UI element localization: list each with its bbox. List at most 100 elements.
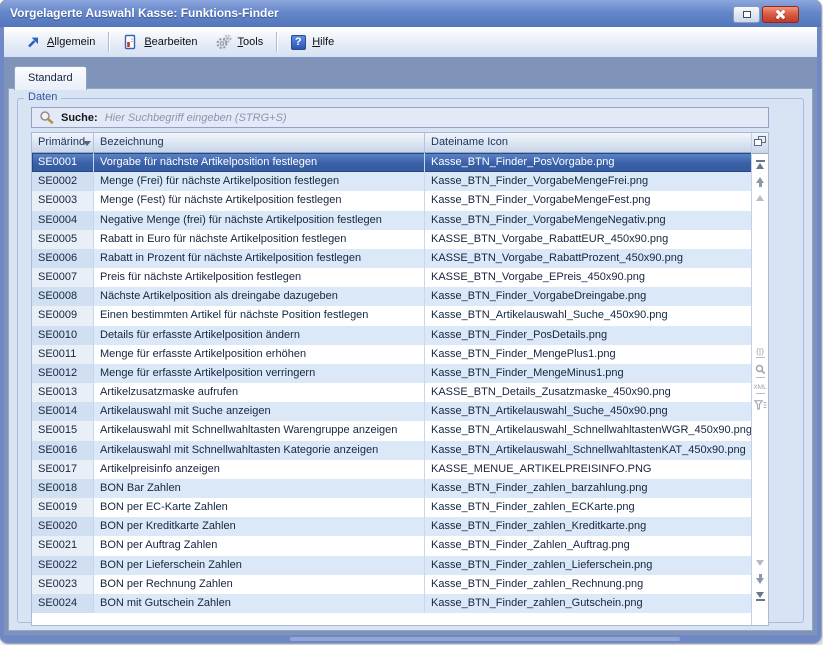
cell-primary-index: SE0013	[32, 383, 94, 402]
table-row[interactable]: SE0011Menge für erfasste Artikelposition…	[32, 345, 752, 364]
table-row[interactable]: SE0010Details für erfasste Artikelpositi…	[32, 326, 752, 345]
toolbar-button-label: Tools	[238, 36, 264, 48]
cell-description: BON mit Gutschein Zahlen	[94, 594, 425, 613]
table-row[interactable]: SE0012Menge für erfasste Artikelposition…	[32, 364, 752, 383]
table-row[interactable]: SE0007Preis für nächste Artikelposition …	[32, 268, 752, 287]
table-row[interactable]: SE0017Artikelpreisinfo anzeigenKASSE_MEN…	[32, 460, 752, 479]
cell-primary-index: SE0006	[32, 249, 94, 268]
go-last-icon[interactable]	[756, 592, 765, 601]
table-row[interactable]: SE0009Einen bestimmten Artikel für nächs…	[32, 306, 752, 325]
cell-description: Negative Menge (frei) für nächste Artike…	[94, 211, 425, 230]
navigator-bottom	[752, 560, 768, 601]
table-row[interactable]: SE0016Artikelauswahl mit Schnellwahltast…	[32, 441, 752, 460]
cell-filename: Kasse_BTN_Finder_PosVorgabe.png	[425, 153, 752, 172]
cell-primary-index: SE0004	[32, 211, 94, 230]
table-row[interactable]: SE0005Rabatt in Euro für nächste Artikel…	[32, 230, 752, 249]
cell-primary-index: SE0003	[32, 191, 94, 210]
toolbar-button-tools[interactable]: Tools	[207, 30, 273, 54]
table-row[interactable]: SE0014Artikelauswahl mit Suche anzeigenK…	[32, 402, 752, 421]
toolbar-button-bearbeiten[interactable]: Bearbeiten	[113, 30, 206, 54]
table-row[interactable]: SE0023BON per Rechnung ZahlenKasse_BTN_F…	[32, 575, 752, 594]
cell-primary-index: SE0022	[32, 556, 94, 575]
column-header-bezeichnung[interactable]: Bezeichnung	[94, 133, 425, 152]
toolbar-button-allgemein[interactable]: Allgemein	[16, 30, 104, 54]
cell-primary-index: SE0020	[32, 517, 94, 536]
column-header-dateiname-icon[interactable]: Dateiname Icon	[425, 133, 752, 152]
cell-filename: Kasse_BTN_Artikelauswahl_Schnellwahltast…	[425, 441, 752, 460]
table-row[interactable]: SE0001Vorgabe für nächste Artikelpositio…	[32, 153, 752, 172]
cell-primary-index: SE0018	[32, 479, 94, 498]
restore-icon	[743, 11, 751, 18]
cell-filename: Kasse_BTN_Finder_VorgabeMengeFest.png	[425, 191, 752, 210]
page-up-icon[interactable]	[756, 177, 764, 187]
close-button[interactable]	[762, 6, 799, 23]
cell-description: BON per EC-Karte Zahlen	[94, 498, 425, 517]
grid-navigator: (|) XML	[751, 133, 768, 625]
cell-description: Vorgabe für nächste Artikelposition fest…	[94, 153, 425, 172]
xml-icon[interactable]: XML	[753, 384, 766, 394]
table-row[interactable]: SE0004Negative Menge (frei) für nächste …	[32, 211, 752, 230]
cell-primary-index: SE0008	[32, 287, 94, 306]
table-row[interactable]: SE0019BON per EC-Karte ZahlenKasse_BTN_F…	[32, 498, 752, 517]
filter-icon[interactable]	[754, 400, 767, 411]
cell-primary-index: SE0010	[32, 326, 94, 345]
cell-filename: Kasse_BTN_Artikelauswahl_Schnellwahltast…	[425, 421, 752, 440]
zoom-icon[interactable]	[755, 364, 766, 378]
row-up-icon[interactable]	[756, 195, 764, 201]
cell-filename: Kasse_BTN_Finder_zahlen_Kreditkarte.png	[425, 517, 752, 536]
cell-primary-index: SE0005	[32, 230, 94, 249]
window-resize-grip[interactable]	[290, 637, 680, 641]
table-row[interactable]: SE0015Artikelauswahl mit Schnellwahltast…	[32, 421, 752, 440]
cell-filename: Kasse_BTN_Finder_zahlen_barzahlung.png	[425, 479, 752, 498]
question-mark-icon: ?	[291, 35, 306, 50]
cell-filename: Kasse_BTN_Finder_zahlen_Lieferschein.png	[425, 556, 752, 575]
table-row[interactable]: SE0021BON per Auftrag ZahlenKasse_BTN_Fi…	[32, 536, 752, 555]
column-header-primary-index[interactable]: Primärind	[32, 133, 94, 152]
cell-description: Einen bestimmten Artikel für nächste Pos…	[94, 306, 425, 325]
go-first-icon[interactable]	[756, 160, 765, 169]
cell-filename: Kasse_BTN_Finder_VorgabeMengeFrei.png	[425, 172, 752, 191]
cell-brackets-icon[interactable]: (|)	[756, 347, 765, 358]
table-row[interactable]: SE0002Menge (Frei) für nächste Artikelpo…	[32, 172, 752, 191]
table-row[interactable]: SE0003Menge (Fest) für nächste Artikelpo…	[32, 191, 752, 210]
cell-primary-index: SE0001	[32, 153, 94, 172]
search-input[interactable]: Suche: Hier Suchbegriff eingeben (STRG+S…	[31, 107, 769, 128]
cell-description: BON per Kreditkarte Zahlen	[94, 517, 425, 536]
grid-rows: SE0001Vorgabe für nächste Artikelpositio…	[32, 153, 752, 613]
table-row[interactable]: SE0013Artikelzusatzmaske aufrufenKASSE_B…	[32, 383, 752, 402]
table-row[interactable]: SE0018BON Bar ZahlenKasse_BTN_Finder_zah…	[32, 479, 752, 498]
navigator-middle: (|) XML	[752, 347, 768, 411]
cell-description: Artikelzusatzmaske aufrufen	[94, 383, 425, 402]
tab-standard[interactable]: Standard	[14, 66, 87, 90]
toolbar-button-label: Bearbeiten	[144, 36, 197, 48]
close-icon	[775, 9, 786, 20]
cell-primary-index: SE0012	[32, 364, 94, 383]
table-row[interactable]: SE0008Nächste Artikelposition als dreing…	[32, 287, 752, 306]
client-area: Standard Daten Suche: Hi	[4, 59, 817, 635]
table-row[interactable]: SE0006Rabatt in Prozent für nächste Arti…	[32, 249, 752, 268]
table-row[interactable]: SE0022BON per Lieferschein ZahlenKasse_B…	[32, 556, 752, 575]
search-icon	[38, 110, 54, 126]
search-label: Suche:	[61, 112, 98, 124]
cell-filename: Kasse_BTN_Finder_MengePlus1.png	[425, 345, 752, 364]
table-row[interactable]: SE0020BON per Kreditkarte ZahlenKasse_BT…	[32, 517, 752, 536]
window-body: Allgemein Bearbeiten Tools ?Hilfe Standard …	[4, 27, 817, 635]
grid-header: Primärind Bezeichnung Dateiname Icon	[32, 133, 752, 153]
restore-button[interactable]	[733, 6, 760, 23]
titlebar[interactable]: Vorgelagerte Auswahl Kasse: Funktions-Fi…	[0, 0, 821, 27]
cell-filename: Kasse_BTN_Artikelauswahl_Suche_450x90.pn…	[425, 306, 752, 325]
row-down-icon[interactable]	[756, 560, 764, 566]
gears-icon	[216, 34, 232, 50]
cell-description: Artikelauswahl mit Schnellwahltasten Kat…	[94, 441, 425, 460]
column-chooser-button[interactable]	[752, 133, 768, 154]
cell-filename: Kasse_BTN_Finder_MengeMinus1.png	[425, 364, 752, 383]
toolbar-separator	[108, 32, 109, 52]
toolbar-button-hilfe[interactable]: ?Hilfe	[281, 30, 343, 54]
data-grid: Primärind Bezeichnung Dateiname Icon SE0…	[31, 132, 769, 626]
cell-filename: KASSE_MENUE_ARTIKELPREISINFO.PNG	[425, 460, 752, 479]
table-row[interactable]: SE0024BON mit Gutschein ZahlenKasse_BTN_…	[32, 594, 752, 613]
toolbar-separator	[276, 32, 277, 52]
cell-primary-index: SE0017	[32, 460, 94, 479]
page-down-icon[interactable]	[756, 574, 764, 584]
app-window: Vorgelagerte Auswahl Kasse: Funktions-Fi…	[0, 0, 821, 643]
